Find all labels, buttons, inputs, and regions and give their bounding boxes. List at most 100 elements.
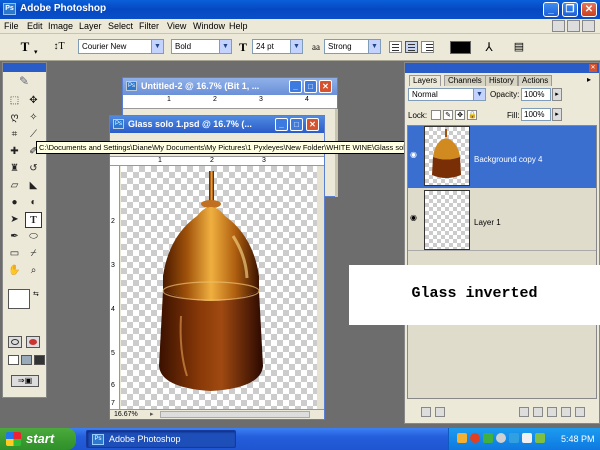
align-center-icon[interactable] <box>405 41 418 53</box>
orientation-toggle-icon[interactable]: ↕T <box>52 40 66 54</box>
menu-layer[interactable]: Layer <box>79 21 102 31</box>
warp-text-icon[interactable]: ⅄ <box>482 40 496 54</box>
tray-clock-icon[interactable] <box>496 433 506 443</box>
new-set-icon[interactable] <box>533 407 543 417</box>
doc-minimize-icon[interactable] <box>552 20 565 32</box>
screen-mode-standard-icon[interactable] <box>8 355 19 365</box>
minimize-icon[interactable]: _ <box>543 2 559 17</box>
eye-icon[interactable]: ◉ <box>410 213 422 223</box>
tray-messenger-icon[interactable] <box>509 433 519 443</box>
adjustment-layer-icon[interactable] <box>547 407 557 417</box>
maximize-icon[interactable]: □ <box>290 118 303 131</box>
hand-icon[interactable]: ✋ <box>6 263 23 279</box>
taskbar-photoshop-button[interactable]: Ps Adobe Photoshop <box>86 430 236 448</box>
menu-file[interactable]: File <box>4 21 19 31</box>
start-button[interactable]: start <box>0 428 76 450</box>
paint-bucket-icon[interactable]: ◣ <box>25 178 42 194</box>
notes-icon[interactable]: ▭ <box>6 246 23 262</box>
align-right-icon[interactable] <box>421 41 434 53</box>
fill-slider-arrow-icon[interactable]: ▸ <box>552 108 562 121</box>
type-tool-icon[interactable]: T <box>18 40 32 54</box>
minimize-icon[interactable]: _ <box>275 118 288 131</box>
close-icon[interactable]: ✕ <box>589 64 597 72</box>
standard-mode-icon[interactable] <box>8 336 22 348</box>
restore-icon[interactable]: ❐ <box>562 2 578 17</box>
dodge-icon[interactable]: ◐ <box>25 195 42 211</box>
crop-icon[interactable]: ⌗ <box>6 127 23 143</box>
quick-mask-icon[interactable] <box>26 336 40 348</box>
lock-position-icon[interactable]: ✥ <box>455 110 465 120</box>
minimize-icon[interactable]: _ <box>289 80 302 93</box>
layer-row[interactable]: ◉ Background copy 4 <box>408 126 596 188</box>
shape-icon[interactable]: ⬭ <box>25 229 42 245</box>
menu-filter[interactable]: Filter <box>139 21 159 31</box>
tab-channels[interactable]: Channels <box>444 75 486 86</box>
layer-style-icon[interactable] <box>435 407 445 417</box>
font-style-select[interactable]: Bold ▼ <box>171 39 232 54</box>
palettes-toggle-icon[interactable]: ▤ <box>512 40 526 54</box>
blend-mode-select[interactable]: Normal ▼ <box>408 88 486 101</box>
font-size-select[interactable]: 24 pt ▼ <box>252 39 303 54</box>
clock[interactable]: 5:48 PM <box>561 434 595 444</box>
document-canvas[interactable] <box>121 166 317 409</box>
pen-icon[interactable]: ✒ <box>6 229 23 245</box>
zoom-level[interactable]: 16.67% <box>114 411 138 418</box>
swap-colors-icon[interactable]: ⇆ <box>33 290 41 298</box>
tool-preset-arrow-icon[interactable]: ▾ <box>34 48 38 56</box>
menu-help[interactable]: Help <box>229 21 248 31</box>
trash-icon[interactable] <box>575 407 585 417</box>
tray-folder-icon[interactable] <box>457 433 467 443</box>
font-family-select[interactable]: Courier New ▼ <box>78 39 164 54</box>
opacity-input[interactable]: 100% <box>521 88 551 101</box>
canvas-horizontal-scrollbar[interactable] <box>160 411 310 418</box>
foreground-color-swatch[interactable] <box>8 289 30 309</box>
menu-edit[interactable]: Edit <box>27 21 43 31</box>
tray-shield-icon[interactable] <box>470 433 480 443</box>
close-icon[interactable]: ✕ <box>581 2 597 17</box>
antialias-select[interactable]: Strong ▼ <box>324 39 381 54</box>
tab-layers[interactable]: Layers <box>409 75 442 86</box>
text-color-swatch[interactable] <box>450 41 471 54</box>
zoom-icon[interactable]: ⌕ <box>25 263 42 279</box>
fill-input[interactable]: 100% <box>521 108 551 121</box>
history-brush-icon[interactable]: ↺ <box>25 161 42 177</box>
lock-transparency-icon[interactable] <box>431 110 441 120</box>
tray-monitor-icon[interactable] <box>535 433 545 443</box>
eyedropper-icon[interactable]: ⌿ <box>25 246 42 262</box>
eraser-icon[interactable]: ▱ <box>6 178 23 194</box>
doc-close-icon[interactable] <box>582 20 595 32</box>
eye-icon[interactable]: ◉ <box>410 150 422 160</box>
close-icon[interactable]: ✕ <box>319 80 332 93</box>
tray-network-icon[interactable] <box>483 433 493 443</box>
jump-to-imageready-icon[interactable]: ⇒▣ <box>11 375 39 387</box>
lock-all-icon[interactable]: 🔒 <box>467 110 477 120</box>
align-left-icon[interactable] <box>389 41 402 53</box>
new-layer-icon[interactable] <box>561 407 571 417</box>
healing-brush-icon[interactable]: ✚ <box>6 144 23 160</box>
doc-restore-icon[interactable] <box>567 20 580 32</box>
move-icon[interactable]: ✥ <box>25 93 42 109</box>
close-icon[interactable]: ✕ <box>306 118 319 131</box>
magic-wand-icon[interactable]: ✧ <box>25 110 42 126</box>
screen-mode-full-menu-icon[interactable] <box>21 355 32 365</box>
type-icon[interactable]: T <box>25 212 42 228</box>
menu-select[interactable]: Select <box>108 21 133 31</box>
canvas-vertical-scrollbar[interactable] <box>317 166 324 409</box>
maximize-icon[interactable]: □ <box>304 80 317 93</box>
palette-header[interactable]: ✕ <box>405 63 599 73</box>
clone-stamp-icon[interactable]: ♜ <box>6 161 23 177</box>
link-icon[interactable] <box>421 407 431 417</box>
menu-image[interactable]: Image <box>48 21 73 31</box>
layer-mask-icon[interactable] <box>519 407 529 417</box>
path-selection-icon[interactable]: ➤ <box>6 212 23 228</box>
app-title-bar[interactable]: Ps Adobe Photoshop _ ❐ ✕ <box>0 0 600 19</box>
menu-window[interactable]: Window <box>193 21 225 31</box>
status-arrow-icon[interactable]: ▸ <box>150 410 154 418</box>
tab-history[interactable]: History <box>485 75 518 86</box>
lasso-icon[interactable]: ღ <box>6 110 23 126</box>
lock-image-icon[interactable]: ✎ <box>443 110 453 120</box>
toolbox-header[interactable] <box>3 63 46 72</box>
tray-volume-icon[interactable] <box>522 433 532 443</box>
tab-actions[interactable]: Actions <box>518 75 553 86</box>
palette-menu-icon[interactable]: ▸ <box>587 75 591 84</box>
